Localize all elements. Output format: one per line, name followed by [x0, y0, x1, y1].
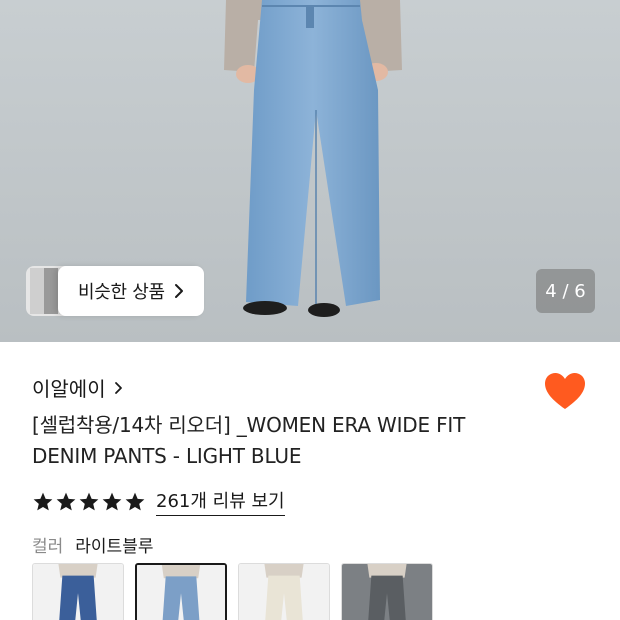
reviews-link[interactable]: 261개 리뷰 보기: [156, 487, 285, 516]
color-swatch-dark-blue[interactable]: [32, 563, 124, 620]
color-selection: 컬러 라이트블루: [32, 532, 153, 557]
swatch-thumbnail: [239, 564, 329, 620]
star-icon: [56, 492, 76, 510]
swatch-thumbnail: [137, 565, 225, 620]
star-icon: [102, 492, 122, 510]
star-icon: [125, 492, 145, 510]
swatch-thumbnail: [33, 564, 123, 620]
chevron-right-icon: [114, 381, 122, 394]
product-title-line-2: DENIM PANTS - LIGHT BLUE: [32, 444, 302, 468]
wishlist-heart-icon[interactable]: [544, 372, 586, 412]
star-icon: [33, 492, 53, 510]
rating-stars: [32, 491, 146, 513]
color-label: 컬러: [32, 537, 64, 557]
color-value: 라이트블루: [75, 537, 154, 557]
color-swatch-light-blue[interactable]: [135, 563, 227, 620]
similar-products-label: 비슷한 상품: [78, 282, 165, 303]
similar-products-pill[interactable]: 비슷한 상품: [58, 266, 204, 316]
product-title-line-1: [셀럽착용/14차 리오더] _WOMEN ERA WIDE FIT: [32, 413, 466, 437]
brand-name: 이알에이: [32, 377, 106, 401]
star-icon: [79, 492, 99, 510]
image-counter: 4 / 6: [536, 269, 595, 313]
color-swatch-gray[interactable]: [341, 563, 433, 620]
product-title: [셀럽착용/14차 리오더] _WOMEN ERA WIDE FIT DENIM…: [32, 410, 552, 472]
product-image-carousel[interactable]: 비슷한 상품 4 / 6: [0, 0, 620, 342]
color-swatch-ivory[interactable]: [238, 563, 330, 620]
color-swatches: [32, 563, 433, 620]
swatch-thumbnail: [342, 564, 432, 620]
rating-row: 261개 리뷰 보기: [32, 487, 285, 516]
chevron-right-icon: [174, 284, 183, 298]
brand-link[interactable]: 이알에이: [32, 373, 124, 402]
